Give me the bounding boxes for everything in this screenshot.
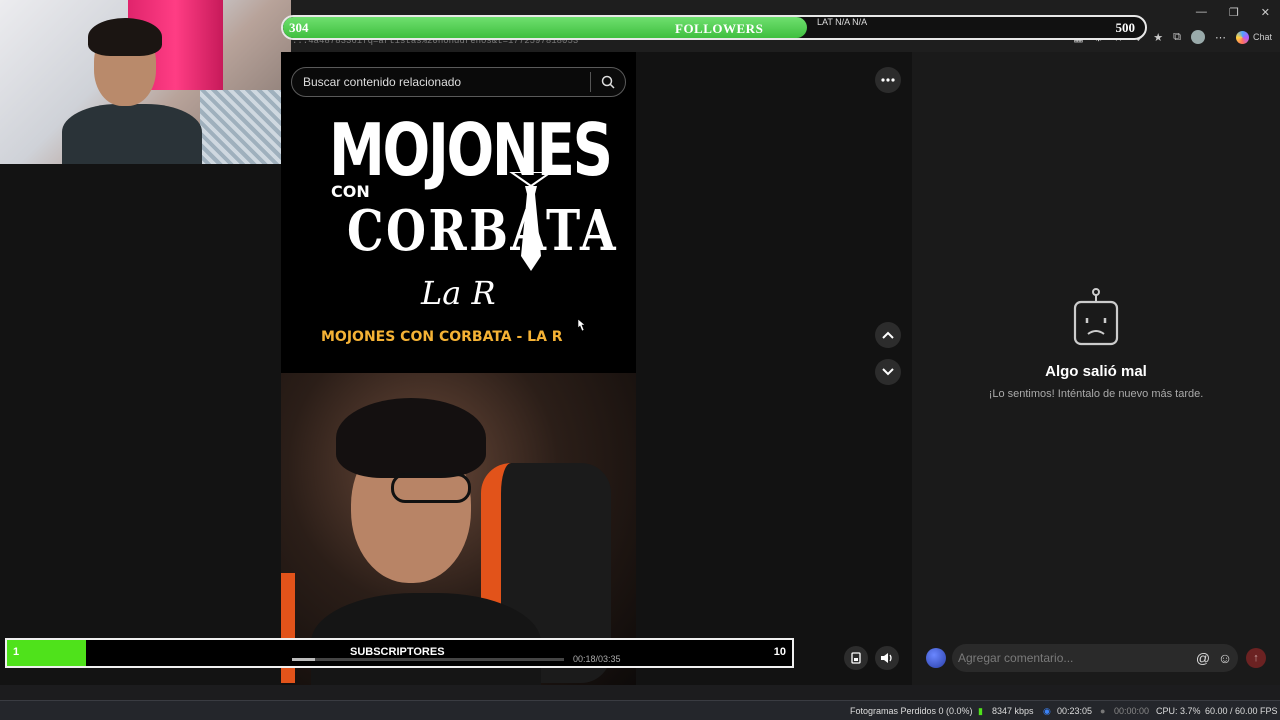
chevron-up-icon (882, 331, 894, 339)
restore-icon[interactable]: ❐ (1229, 6, 1239, 19)
search-icon (601, 75, 615, 89)
record-time: 00:00:00 (1114, 706, 1150, 716)
comment-box: @ ☺ (952, 644, 1238, 672)
cpu-usage: CPU: 3.7% (1156, 706, 1201, 716)
subscribers-label: SUBSCRIPTORES (350, 646, 445, 658)
bitrate: 8347 kbps (992, 706, 1034, 716)
user-avatar (926, 648, 946, 668)
webcam-streamer (62, 18, 202, 164)
mention-icon[interactable]: @ (1194, 649, 1212, 667)
more-options-icon[interactable]: ⋯ (1215, 31, 1226, 44)
tie-icon (509, 172, 553, 271)
video-title-line2: CORBATA (347, 198, 619, 264)
volume-icon (881, 653, 892, 663)
followers-label: FOLLOWERS (675, 21, 764, 36)
stream-layout: ...4a48783361fq=artistas%20hondurenos&t=… (0, 0, 1280, 720)
favorites-icon[interactable]: ★ (1153, 31, 1163, 44)
webcam-bed (200, 90, 291, 164)
emoji-icon[interactable]: ☺ (1216, 649, 1234, 667)
record-icon: ● (1100, 706, 1106, 716)
miniplayer-icon (851, 652, 861, 664)
more-horizontal-icon (881, 78, 895, 82)
obs-dock-strip (0, 685, 1280, 700)
arrow-up-icon: ↑ (1253, 652, 1259, 664)
obs-status-bar: Fotogramas Perdidos 0 (0.0%) ▮ 8347 kbps… (0, 700, 1280, 720)
signal-icon: ▮ (978, 706, 983, 716)
video-time: 00:18/03:35 (573, 654, 621, 664)
video-player[interactable]: MOJONES CON CORBATA La R MOJONES CON COR… (281, 52, 636, 685)
window-controls: — ❐ ✕ (1196, 6, 1270, 19)
profile-avatar[interactable] (1190, 30, 1205, 44)
search-button[interactable] (591, 68, 625, 96)
dropped-frames: Fotogramas Perdidos 0 (0.0%) (850, 706, 973, 716)
volume-button[interactable] (875, 646, 899, 670)
video-artist: La R (421, 274, 496, 312)
error-subtitle: ¡Lo sentimos! Inténtalo de nuevo más tar… (988, 388, 1204, 400)
close-icon[interactable]: ✕ (1261, 6, 1270, 19)
fps: 60.00 / 60.00 FPS (1205, 706, 1278, 716)
stream-icon: ◉ (1043, 706, 1051, 716)
latency-readout: LAT N/A N/A (817, 17, 868, 27)
video-progress-bar[interactable] (292, 658, 564, 661)
error-title: Algo salió mal (1045, 363, 1147, 380)
glasses (391, 473, 471, 503)
video-subtitle: MOJONES CON CORBATA - LA R (321, 329, 563, 345)
mouse-cursor-icon (577, 318, 586, 332)
video-progress-fill (292, 658, 315, 661)
next-video-button[interactable] (875, 359, 901, 385)
subscribers-goal-bar: 1 SUBSCRIPTORES 00:18/03:35 10 (5, 638, 794, 668)
copilot-chat-button[interactable]: Chat (1235, 30, 1272, 44)
search-input[interactable] (292, 75, 590, 89)
collections-icon[interactable]: ⧉ (1173, 31, 1181, 44)
video-title-line1: MOJONES (329, 108, 613, 192)
subscribers-current: 1 (13, 646, 20, 658)
copilot-icon (1235, 30, 1249, 44)
followers-current: 304 (289, 20, 309, 35)
webcam-feed (0, 0, 291, 164)
send-comment-button[interactable]: ↑ (1246, 648, 1266, 668)
subscribers-goal: 10 (773, 646, 786, 658)
sad-robot-icon (1073, 288, 1119, 346)
previous-video-button[interactable] (875, 322, 901, 348)
followers-goal-bar: 304 FOLLOWERS LAT N/A N/A 500 (281, 15, 1147, 40)
miniplayer-button[interactable] (844, 646, 868, 670)
stream-time: 00:23:05 (1057, 706, 1093, 716)
comment-input[interactable] (952, 651, 1194, 665)
left-empty-area (0, 164, 281, 685)
search-bar (291, 67, 626, 97)
comments-panel: Algo salió mal ¡Lo sentimos! Inténtalo d… (912, 52, 1280, 685)
more-options-button[interactable] (875, 67, 901, 93)
chevron-down-icon (882, 368, 894, 376)
minimize-icon[interactable]: — (1196, 6, 1207, 19)
followers-goal: 500 (1115, 20, 1136, 35)
